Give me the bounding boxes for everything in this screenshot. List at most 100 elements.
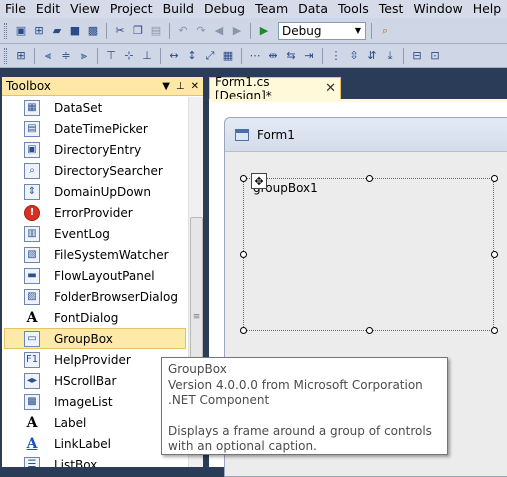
resize-handle-bottom[interactable]: [366, 327, 373, 334]
tab-form1-design[interactable]: Form1.cs [Design]* ✕: [209, 75, 341, 103]
toolbox-item-label: ImageList: [54, 394, 113, 409]
toolbox-item-eventlog[interactable]: ▥ EventLog: [2, 223, 187, 244]
toolbox-item-linklabel[interactable]: A LinkLabel: [2, 433, 187, 454]
resize-handle-bottom-right[interactable]: [491, 327, 498, 334]
navigate-forward-icon[interactable]: ▶: [229, 23, 245, 39]
align-middles-icon[interactable]: ⊹: [121, 48, 137, 64]
menu-edit[interactable]: Edit: [31, 0, 65, 18]
toolbox-item-label: EventLog: [54, 226, 110, 241]
toolbox-header-buttons: ▼ ⊥ ✕: [162, 81, 199, 92]
toolbox-item-listbox[interactable]: ☰ ListBox: [2, 454, 187, 467]
toolbox-item-hscrollbar[interactable]: ◂▸ HScrollBar: [2, 370, 187, 391]
remove-horizontal-spacing-icon[interactable]: ⇥: [301, 48, 317, 64]
make-same-width-icon[interactable]: ↔: [166, 48, 182, 64]
toolbox-header: Toolbox ▼ ⊥ ✕: [2, 77, 203, 96]
pin-icon[interactable]: ⊥: [176, 81, 185, 92]
fontdialog-icon: A: [26, 309, 38, 326]
redo-icon[interactable]: ↷: [193, 23, 209, 39]
toolbox-item-directoryentry[interactable]: ▣ DirectoryEntry: [2, 139, 187, 160]
align-bottoms-icon[interactable]: ⊥: [139, 48, 155, 64]
center-horizontally-icon[interactable]: ⊟: [409, 48, 425, 64]
menu-file[interactable]: File: [0, 0, 31, 18]
window-position-chevron-icon[interactable]: ▼: [162, 81, 170, 92]
vertical-spacing-icon[interactable]: ⋮: [328, 48, 344, 64]
menu-team[interactable]: Team: [250, 0, 293, 18]
new-project-icon[interactable]: ▣: [13, 23, 29, 39]
menu-test[interactable]: Test: [374, 0, 409, 18]
menu-debug[interactable]: Debug: [199, 0, 250, 18]
toolbox-item-domainupdown[interactable]: ⇕ DomainUpDown: [2, 181, 187, 202]
standard-toolbar: ▣ ⊞ ▰ ■ ▩ ✂ ❐ ▤ ↶ ↷ ◀ ▶ ▶ Debug ▼ ⌕: [0, 18, 507, 44]
toolbox-item-errorprovider[interactable]: ! ErrorProvider: [2, 202, 187, 223]
copy-icon[interactable]: ❐: [130, 23, 146, 39]
label-icon: A: [26, 414, 38, 431]
close-icon[interactable]: ✕: [325, 81, 336, 96]
resize-handle-bottom-left[interactable]: [240, 327, 247, 334]
start-debugging-icon[interactable]: ▶: [256, 23, 272, 39]
add-item-icon[interactable]: ⊞: [31, 23, 47, 39]
toolbox-item-fontdialog[interactable]: A FontDialog: [2, 307, 187, 328]
toolbox-item-label: LinkLabel: [54, 436, 111, 451]
align-tops-icon[interactable]: ⊤: [103, 48, 119, 64]
center-vertically-icon[interactable]: ⊡: [427, 48, 443, 64]
toolbox-item-helpprovider[interactable]: F1 HelpProvider: [2, 349, 187, 370]
resize-handle-left[interactable]: [240, 251, 247, 258]
toolbox-item-imagelist[interactable]: ▩ ImageList: [2, 391, 187, 412]
align-to-grid-icon[interactable]: ⊞: [13, 48, 29, 64]
datetimepicker-icon: ▤: [24, 120, 40, 137]
size-to-grid-icon[interactable]: ▦: [220, 48, 236, 64]
move-handle-icon[interactable]: ✥: [251, 173, 267, 189]
resize-handle-top[interactable]: [366, 175, 373, 182]
toolbox-item-label[interactable]: A Label: [2, 412, 187, 433]
save-all-icon[interactable]: ▩: [85, 23, 101, 39]
toolbox-item-folderbrowserdialog[interactable]: ▨ FolderBrowserDialog: [2, 286, 187, 307]
solution-configuration-select[interactable]: Debug ▼: [278, 21, 366, 40]
undo-icon[interactable]: ↶: [175, 23, 191, 39]
horizontal-spacing-icon[interactable]: ⋯: [247, 48, 263, 64]
toolbox-item-groupbox[interactable]: ▭ GroupBox: [4, 328, 186, 349]
helpprovider-icon: F1: [24, 351, 40, 368]
toolbox-item-flowlayoutpanel[interactable]: ▬ FlowLayoutPanel: [2, 265, 187, 286]
toolbar-grip[interactable]: [4, 47, 7, 64]
menu-tools[interactable]: Tools: [333, 0, 374, 18]
menu-window[interactable]: Window: [408, 0, 467, 18]
tooltip-kind: .NET Component: [168, 393, 270, 407]
toolbox-item-label: ErrorProvider: [54, 205, 133, 220]
toolbox-item-directorysearcher[interactable]: ⌕ DirectorySearcher: [2, 160, 187, 181]
toolbox-item-datetimepicker[interactable]: ▤ DateTimePicker: [2, 118, 187, 139]
menu-data[interactable]: Data: [293, 0, 333, 18]
toolbar-separator: [169, 22, 170, 39]
form-title-bar[interactable]: Form1: [225, 118, 507, 152]
toolbar-separator: [97, 47, 98, 64]
decrease-vertical-spacing-icon[interactable]: ⇵: [364, 48, 380, 64]
increase-horizontal-spacing-icon[interactable]: ⇹: [265, 48, 281, 64]
navigate-backward-icon[interactable]: ◀: [211, 23, 227, 39]
increase-vertical-spacing-icon[interactable]: ⇳: [346, 48, 362, 64]
toolbar-separator: [160, 47, 161, 64]
menu-view[interactable]: View: [65, 0, 105, 18]
open-file-icon[interactable]: ▰: [49, 23, 65, 39]
remove-vertical-spacing-icon[interactable]: ⤓: [382, 48, 398, 64]
find-icon[interactable]: ⌕: [377, 23, 393, 39]
menu-help[interactable]: Help: [468, 0, 507, 18]
align-centers-icon[interactable]: ≑: [58, 48, 74, 64]
resize-handle-top-right[interactable]: [491, 175, 498, 182]
make-same-height-icon[interactable]: ↕: [184, 48, 200, 64]
menu-project[interactable]: Project: [105, 0, 158, 18]
toolbar-grip[interactable]: [4, 22, 7, 39]
toolbox-item-dataset[interactable]: ▦ DataSet: [2, 97, 187, 118]
menu-build[interactable]: Build: [158, 0, 199, 18]
align-lefts-icon[interactable]: ⫷: [40, 48, 56, 64]
save-icon[interactable]: ■: [67, 23, 83, 39]
align-rights-icon[interactable]: ⫸: [76, 48, 92, 64]
close-icon[interactable]: ✕: [191, 81, 199, 92]
make-same-size-icon[interactable]: ⤢: [202, 48, 218, 64]
paste-icon[interactable]: ▤: [148, 23, 164, 39]
cut-icon[interactable]: ✂: [112, 23, 128, 39]
resize-handle-right[interactable]: [491, 251, 498, 258]
resize-handle-top-left[interactable]: [240, 175, 247, 182]
imagelist-icon: ▩: [24, 393, 40, 410]
groupbox-control[interactable]: groupBox1: [243, 178, 494, 331]
decrease-horizontal-spacing-icon[interactable]: ⇆: [283, 48, 299, 64]
toolbox-item-filesystemwatcher[interactable]: ▧ FileSystemWatcher: [2, 244, 187, 265]
